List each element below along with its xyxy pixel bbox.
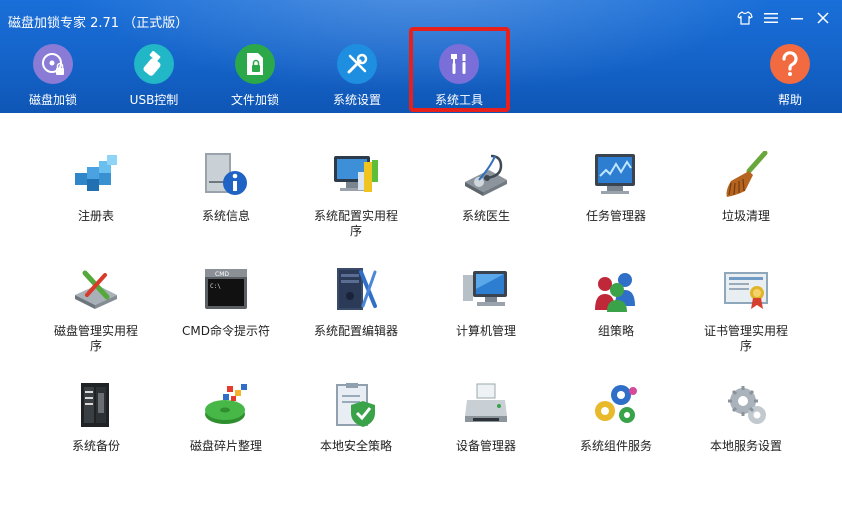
tool-label: 组策略 [597, 324, 634, 338]
system-info-icon [200, 151, 252, 199]
tool-label: 系统配置编辑器 [313, 324, 398, 338]
tool-label: 注册表 [77, 209, 114, 223]
file-lock-icon [235, 44, 275, 84]
minimize-button[interactable] [788, 9, 806, 27]
system-config-icon [330, 151, 382, 199]
tool-component-services[interactable]: 系统组件服务 [561, 381, 671, 454]
nav-label: 磁盘加锁 [28, 93, 77, 107]
tool-local-services[interactable]: 本地服务设置 [691, 381, 801, 454]
tool-label: 本地安全策略 [319, 439, 392, 453]
menu-icon [764, 13, 778, 23]
cmd-icon: CMD C:\ [200, 266, 252, 314]
disk-management-icon [70, 266, 122, 314]
tool-task-manager[interactable]: 任务管理器 [561, 151, 671, 224]
tool-system-info[interactable]: 系统信息 [171, 151, 281, 224]
tool-disk-management[interactable]: 磁盘管理实用程 序 [41, 266, 151, 354]
tool-label: 证书管理实用程 序 [703, 324, 788, 353]
group-policy-icon [590, 266, 642, 314]
nav-system-settings[interactable]: 系统设置 [307, 40, 407, 108]
registry-cubes-icon [70, 151, 122, 199]
minimize-icon [791, 18, 803, 20]
computer-management-icon [460, 266, 512, 314]
server-backup-icon [70, 381, 122, 429]
tool-security-policy[interactable]: 本地安全策略 [301, 381, 411, 454]
app-window: 磁盘加锁专家 2.71 （正式版） 磁盘加锁 USB控制 文件加锁 系统设置 系… [0, 0, 842, 512]
nav-help[interactable]: 帮助 [740, 40, 840, 108]
tool-cmd[interactable]: CMD C:\ CMD命令提示符 [171, 266, 281, 339]
window-title: 磁盘加锁专家 2.71 （正式版） [8, 16, 189, 31]
close-button[interactable] [814, 9, 832, 27]
certificate-icon [720, 266, 772, 314]
tool-device-manager[interactable]: 设备管理器 [431, 381, 541, 454]
tool-system-backup[interactable]: 系统备份 [41, 381, 151, 454]
task-manager-icon [590, 151, 642, 199]
tool-system-config[interactable]: 系统配置实用程 序 [301, 151, 411, 239]
tool-registry[interactable]: 注册表 [41, 151, 151, 224]
tool-label: 系统组件服务 [579, 439, 652, 453]
disk-lock-icon [33, 44, 73, 84]
stethoscope-icon [460, 151, 512, 199]
tool-defrag[interactable]: 磁盘碎片整理 [171, 381, 281, 454]
tool-label: 系统备份 [71, 439, 120, 453]
security-policy-icon [330, 381, 382, 429]
svg-text:C:\: C:\ [210, 283, 221, 290]
tool-label: 系统配置实用程 序 [313, 209, 398, 238]
nav-label: 文件加锁 [230, 93, 279, 107]
tool-certificate[interactable]: 证书管理实用程 序 [691, 266, 801, 354]
selected-tab-highlight [409, 27, 510, 112]
tool-group-policy[interactable]: 组策略 [561, 266, 671, 339]
tool-label: 任务管理器 [585, 209, 646, 223]
tool-label: 计算机管理 [455, 324, 516, 338]
component-services-icon [590, 381, 642, 429]
tool-label: CMD命令提示符 [182, 324, 270, 338]
nav-label: 系统设置 [332, 93, 381, 107]
tool-label: 垃圾清理 [721, 209, 770, 223]
close-icon [817, 12, 829, 24]
nav-label: 帮助 [777, 93, 802, 107]
config-editor-icon [330, 266, 382, 314]
usb-drive-icon [134, 44, 174, 84]
header-bar: 磁盘加锁专家 2.71 （正式版） 磁盘加锁 USB控制 文件加锁 系统设置 系… [0, 0, 842, 113]
tool-label: 磁盘碎片整理 [189, 439, 262, 453]
question-icon [770, 44, 810, 84]
tool-label: 系统信息 [201, 209, 250, 223]
tools-icon [337, 44, 377, 84]
tool-label: 系统医生 [461, 209, 510, 223]
tool-label: 磁盘管理实用程 序 [53, 324, 138, 353]
tool-computer-management[interactable]: 计算机管理 [431, 266, 541, 339]
local-services-icon [720, 381, 772, 429]
nav-usb-control[interactable]: USB控制 [104, 40, 204, 108]
tool-label: 设备管理器 [455, 439, 516, 453]
tool-system-doctor[interactable]: 系统医生 [431, 151, 541, 224]
nav-file-lock[interactable]: 文件加锁 [205, 40, 305, 108]
svg-text:CMD: CMD [215, 271, 229, 278]
nav-label: USB控制 [129, 93, 179, 107]
window-controls [736, 9, 832, 27]
shirt-icon [737, 11, 753, 25]
device-manager-icon [460, 381, 512, 429]
tool-label: 本地服务设置 [709, 439, 782, 453]
defrag-icon [200, 381, 252, 429]
skin-button[interactable] [736, 9, 754, 27]
broom-icon [720, 151, 772, 199]
menu-button[interactable] [762, 9, 780, 27]
nav-disk-lock[interactable]: 磁盘加锁 [3, 40, 103, 108]
tool-config-editor[interactable]: 系统配置编辑器 [301, 266, 411, 339]
tools-grid: 注册表 系统信息 系统配置实用程 序 系统医生 任务管理器 垃圾清理 磁盘管理实… [0, 113, 842, 512]
tool-junk-cleanup[interactable]: 垃圾清理 [691, 151, 801, 224]
